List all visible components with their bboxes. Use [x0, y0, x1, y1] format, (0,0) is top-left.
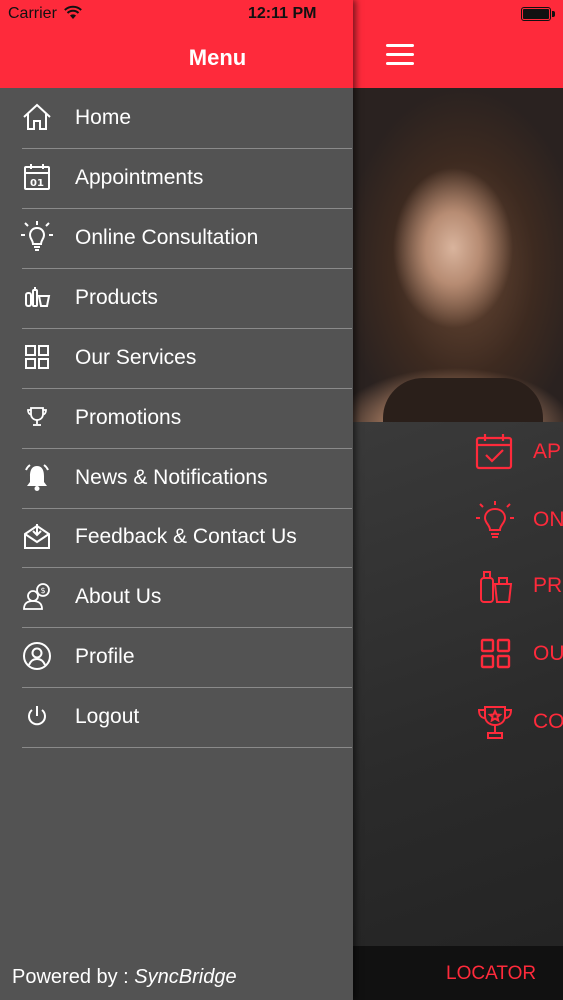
calendar-icon: 01: [24, 164, 50, 190]
grid-icon: [480, 638, 511, 669]
main-item-label: ON: [533, 508, 563, 531]
menu-item-label: About Us: [75, 585, 162, 608]
calendar-check-icon: [475, 434, 513, 470]
main-item-label: OU: [533, 642, 563, 665]
svg-text:01: 01: [30, 178, 44, 189]
menu-item-label: Home: [75, 106, 132, 129]
menu-item-label: Online Consultation: [75, 226, 259, 249]
trophy-icon: [477, 706, 513, 739]
menu-item-label: Appointments: [75, 166, 204, 189]
mail-icon: [24, 524, 50, 549]
powered-by-label: Powered by :: [12, 966, 135, 988]
menu-item-label: News & Notifications: [75, 466, 268, 489]
menu-item-label: Profile: [75, 645, 135, 668]
battery-icon: [521, 7, 555, 21]
drawer-header: Carrier 12:11 PM Menu: [0, 0, 353, 88]
hero-image: [353, 88, 563, 422]
main-item-appointments[interactable]: AP: [353, 422, 563, 482]
products-icon: [480, 571, 513, 603]
carrier-label: Carrier: [8, 5, 57, 22]
bottom-bar: LOCATOR: [353, 946, 563, 1000]
grid-icon: [25, 345, 49, 369]
lightbulb-icon: [476, 501, 514, 538]
locator-button[interactable]: LOCATOR: [446, 963, 536, 985]
menu-item-logout[interactable]: Logout: [22, 687, 352, 748]
user-circle-icon: [23, 642, 51, 670]
main-item-promotions[interactable]: CO: [353, 692, 563, 752]
menu-item-label: Our Services: [75, 346, 197, 369]
lightbulb-icon: [21, 221, 53, 251]
clock-label: 12:11 PM: [248, 5, 317, 22]
menu-item-home[interactable]: Home: [22, 88, 352, 149]
main-item-online-consultation[interactable]: ON: [353, 490, 563, 550]
menu-item-label: Feedback & Contact Us: [75, 525, 297, 548]
products-icon: [25, 287, 51, 307]
menu-item-online-consultation[interactable]: Online Consultation: [21, 208, 352, 269]
bell-icon: [25, 464, 49, 491]
menu-item-appointments[interactable]: 01 Appointments: [22, 148, 352, 209]
menu-item-promotions[interactable]: Promotions: [22, 388, 352, 449]
wifi-icon: [64, 5, 82, 19]
about-icon: $: [23, 583, 50, 610]
brand-name[interactable]: SyncBridge: [134, 966, 236, 988]
menu-item-label: Products: [75, 286, 158, 309]
menu-item-products[interactable]: Products: [22, 268, 352, 329]
main-header: [353, 0, 563, 88]
menu-item-profile[interactable]: Profile: [22, 627, 352, 688]
trophy-icon: [27, 407, 47, 426]
menu-item-about-us[interactable]: $ About Us: [22, 567, 352, 628]
menu-item-our-services[interactable]: Our Services: [22, 328, 352, 389]
menu-item-news-notifications[interactable]: News & Notifications: [22, 448, 352, 509]
menu-item-feedback-contact[interactable]: Feedback & Contact Us: [22, 507, 352, 568]
svg-text:$: $: [41, 586, 46, 595]
home-icon: [23, 103, 51, 130]
menu-item-label: Logout: [75, 705, 140, 728]
main-screen: AP ON PR OU CO LOCATOR: [353, 0, 563, 1000]
side-drawer: Carrier 12:11 PM Menu Home 01 Appointmen…: [0, 0, 353, 1000]
menu-item-label: Promotions: [75, 406, 182, 429]
main-item-products[interactable]: PR: [353, 556, 563, 616]
powered-by-footer: Powered by : SyncBridge: [12, 966, 237, 989]
main-item-label: CO: [533, 710, 563, 733]
power-icon: [28, 706, 46, 726]
main-feature-list: AP ON PR OU CO: [353, 422, 563, 946]
main-item-label: PR: [533, 574, 563, 597]
main-item-label: AP: [533, 440, 562, 463]
main-item-our-services[interactable]: OU: [353, 624, 563, 684]
drawer-title: Menu: [188, 45, 247, 70]
